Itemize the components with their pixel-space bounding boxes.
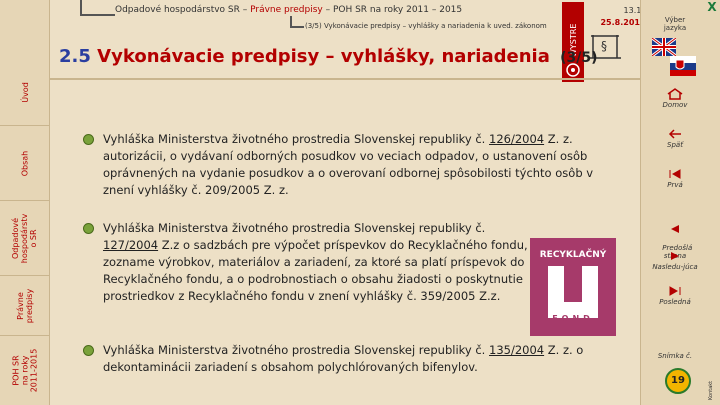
breadcrumb-current[interactable]: Právne predpisy	[250, 5, 323, 15]
breadcrumb-suffix: – POH SR na roky 2011 – 2015	[322, 5, 463, 15]
fund-logo-mark	[548, 266, 598, 318]
back-arrow-icon	[668, 129, 681, 139]
sidebar-item-label: Právne predpisy	[16, 288, 34, 323]
sidebar-item-label: POH SR na roky 2011-2015	[11, 348, 39, 393]
language-label: Výber jazyka	[663, 16, 687, 32]
regulation-link[interactable]: 126/2004	[489, 132, 544, 146]
list-item-pre: Vyhláška Ministerstva životného prostred…	[103, 132, 489, 146]
nav-back[interactable]: Späť	[645, 128, 705, 149]
slide-number-badge[interactable]: 19	[665, 368, 691, 394]
contact-link[interactable]: Kontakt	[708, 381, 714, 400]
bullet-icon	[83, 134, 94, 145]
sub-breadcrumb: (3/5) Vykonávacie predpisy – vyhlášky a …	[305, 22, 547, 30]
flag-sk-icon[interactable]	[670, 56, 696, 76]
list-item-text: Vyhláška Ministerstva životného prostred…	[103, 131, 613, 199]
nav-home[interactable]: Domov	[645, 88, 705, 109]
breadcrumb-connector	[290, 26, 304, 28]
wystre-logo: WYSTRE	[562, 2, 584, 82]
list-item-pre: Vyhláška Ministerstva životného prostred…	[103, 343, 489, 357]
regulation-link[interactable]: 127/2004	[103, 238, 158, 252]
title-number: 2.5	[59, 46, 91, 67]
sidebar-item-uvod[interactable]: Úvod	[0, 60, 50, 125]
last-icon	[669, 286, 681, 296]
nav-last[interactable]: Posledná	[645, 285, 705, 306]
sidebar-item-label: Úvod	[20, 82, 30, 103]
first-icon	[669, 169, 681, 179]
regulation-link[interactable]: 135/2004	[489, 343, 544, 357]
flag-uk-icon[interactable]	[652, 38, 676, 56]
home-icon	[667, 88, 683, 100]
fund-logo-bottom: FOND	[552, 314, 594, 323]
sidebar-item-odpadove-hospodarstvo[interactable]: Odpadové hospodárstv o SR	[0, 200, 50, 275]
breadcrumb-connector	[80, 14, 115, 16]
close-button[interactable]: X	[704, 0, 720, 14]
nav-first[interactable]: Prvá	[645, 168, 705, 189]
slide-number-label: Snímka č.	[645, 352, 705, 360]
svg-text:§: §	[601, 39, 607, 53]
nav-next[interactable]: Nasledu-júca	[645, 250, 705, 271]
bullet-icon	[83, 223, 94, 234]
sidebar-item-poh-sr[interactable]: POH SR na roky 2011-2015	[0, 335, 50, 405]
next-icon	[671, 252, 679, 260]
list-item-pre: Vyhláška Ministerstva životného prostred…	[103, 221, 486, 235]
list-item-text: Vyhláška Ministerstva životného prostred…	[103, 220, 543, 305]
page-title: 2.5 Vykonávacie predpisy – vyhlášky, nar…	[59, 46, 598, 67]
title-text: Vykonávacie predpisy – vyhlášky, nariade…	[97, 46, 550, 67]
list-item-post: Z.z o sadzbách pre výpočet príspevkov do…	[103, 238, 539, 303]
bullet-icon	[83, 345, 94, 356]
nav-back-label: Späť	[667, 141, 683, 149]
nav-first-label: Prvá	[667, 181, 683, 189]
main-content: Vyhláška Ministerstva životného prostred…	[50, 80, 640, 405]
title-page: (3/5)	[560, 50, 598, 66]
left-sidebar: Úvod Obsah Odpadové hospodárstv o SR Prá…	[0, 0, 50, 405]
nav-home-label: Domov	[662, 101, 688, 109]
sidebar-item-pravne-predpisy[interactable]: Právne predpisy	[0, 275, 50, 335]
fund-logo-top: RECYKLAČNÝ	[539, 250, 607, 260]
recycling-fund-logo: RECYKLAČNÝ FOND	[530, 238, 616, 336]
breadcrumb: Odpadové hospodárstvo SR – Právne predpi…	[115, 5, 462, 15]
sidebar-item-label: Odpadové hospodárstv o SR	[11, 213, 39, 263]
sidebar-item-obsah[interactable]: Obsah	[0, 125, 50, 200]
list-item-text: Vyhláška Ministerstva životného prostred…	[103, 342, 613, 376]
nav-next-label: Nasledu-júca	[652, 263, 698, 271]
nav-last-label: Posledná	[659, 298, 691, 306]
header: Odpadové hospodárstvo SR – Právne predpi…	[50, 0, 646, 85]
breadcrumb-prefix: Odpadové hospodárstvo SR –	[115, 5, 251, 15]
previous-icon	[671, 225, 679, 233]
sidebar-item-label: Obsah	[20, 150, 30, 176]
slide-number-caption: Snímka č.	[657, 352, 693, 360]
